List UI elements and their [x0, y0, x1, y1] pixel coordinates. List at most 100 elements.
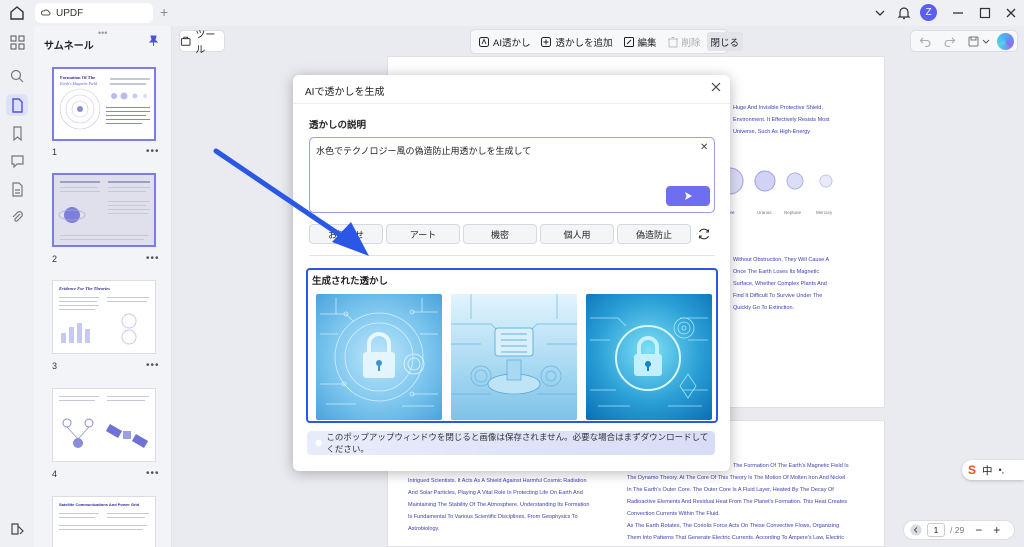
ime-logo-icon: S	[968, 463, 977, 477]
thumb-1-subtitle: Earth's Magnetic Field	[60, 81, 98, 86]
thumbnail-page-3[interactable]: Evidence For The Theories	[52, 280, 156, 354]
redo-icon[interactable]	[943, 35, 956, 48]
thumb-4-satellite	[105, 424, 149, 448]
bell-icon[interactable]	[896, 5, 912, 21]
prompt-text: 水色でテクノロジー風の偽造防止用透かしを生成して	[316, 146, 532, 156]
generate-send-button[interactable]	[666, 186, 710, 206]
planet-label: Uranus	[757, 210, 772, 215]
tab-title: UPDF	[56, 7, 84, 19]
delete-watermark-button[interactable]: 削除	[663, 32, 705, 51]
page1-text-line: Huge And Invisible Protective Shield,	[733, 105, 823, 111]
page-up-icon[interactable]	[910, 524, 922, 536]
edit-icon	[623, 36, 634, 47]
page2-text-line: Is Fundamental To Various Scientific Dis…	[408, 514, 578, 520]
section-divider	[309, 255, 715, 256]
page2-text-line: Maintaining The Stability Of The Atmosph…	[408, 502, 590, 508]
ai-watermark-icon	[479, 36, 489, 47]
page1-text-line: Once The Earth Loses Its Magnetic	[733, 269, 820, 275]
page2-text-line: Intrigued Scientists. It Acts As A Shiel…	[408, 478, 587, 484]
refresh-presets-icon[interactable]	[697, 227, 711, 241]
add-watermark-label: 透かしを追加	[555, 37, 613, 49]
thumb-1-orbit-diagram	[59, 88, 101, 130]
panel-resize-handle[interactable]: •••	[98, 28, 107, 38]
bookmark-icon[interactable]	[9, 125, 26, 142]
home-icon[interactable]	[8, 5, 26, 21]
generated-watermark-1[interactable]	[316, 294, 442, 420]
search-icon[interactable]	[9, 68, 26, 85]
page2-text-line: And Solar Particles, Playing A Vital Rol…	[408, 490, 583, 496]
minimize-icon[interactable]	[950, 5, 966, 21]
edit-watermark-button[interactable]: 編集	[619, 32, 661, 51]
preset-notice-button[interactable]: お知らせ	[309, 224, 383, 244]
punctuation-icon: •,	[998, 465, 1005, 475]
chevron-down-icon[interactable]	[872, 5, 888, 21]
undo-icon[interactable]	[919, 35, 932, 48]
close-label: 閉じる	[710, 37, 740, 49]
close-window-icon[interactable]	[1003, 5, 1019, 21]
save-options-chevron-icon[interactable]	[982, 37, 990, 45]
grid-icon[interactable]	[9, 34, 26, 51]
cloud-icon	[41, 9, 51, 16]
page-number-input[interactable]: 1	[927, 523, 945, 537]
comment-icon[interactable]	[9, 153, 26, 170]
thumbnail-page-4[interactable]	[52, 388, 156, 462]
pin-icon[interactable]	[148, 35, 159, 47]
dialog-close-icon[interactable]	[710, 81, 722, 93]
tools-button[interactable]: ツール	[179, 30, 225, 56]
thumbnail-number-4: 4	[52, 469, 58, 479]
planet-label: Mercury	[816, 210, 833, 215]
new-tab-button[interactable]: +	[160, 4, 168, 20]
preset-art-button[interactable]: アート	[386, 224, 460, 244]
ime-language-label: 中	[982, 464, 993, 477]
thumb-1-planets	[111, 92, 147, 100]
thumb-1-title: Formation Of The	[60, 75, 96, 80]
edit-label: 編集	[637, 37, 657, 49]
document-tab[interactable]: UPDF	[35, 3, 153, 23]
thumbnail-page-1[interactable]: Formation Of The Earth's Magnetic Field	[52, 67, 156, 141]
generated-watermarks-section: 生成された透かし	[306, 268, 718, 423]
add-watermark-button[interactable]: 透かしを追加	[536, 32, 616, 51]
clear-prompt-icon[interactable]: ✕	[700, 142, 708, 153]
preset-anti-counterfeit-button[interactable]: 偽造防止	[617, 224, 691, 244]
close-watermark-mode-button[interactable]: 閉じる	[706, 32, 744, 51]
maximize-icon[interactable]	[977, 5, 993, 21]
page1-text-line: Find It Difficult To Survive Under The	[733, 293, 823, 299]
thumbnail-1-more-button[interactable]: •••	[146, 146, 160, 157]
shield-lock-image	[590, 317, 708, 407]
page-navigator: 1 / 29 − +	[903, 520, 1015, 540]
thumb-5-title: Satellite Communications And Power Grid	[59, 502, 140, 507]
thumbnail-3-more-button[interactable]: •••	[146, 360, 160, 371]
input-method-widget[interactable]: S 中 •,	[962, 460, 1024, 480]
page2-text-line: Convection Currents Within The Fluid.	[627, 511, 720, 517]
preset-confidential-button[interactable]: 機密	[463, 224, 537, 244]
page2-text-line: Radioactive Elements And Residual Heat F…	[627, 499, 848, 505]
page2-text-line: The Formation Of The Earth's Magnetic Fi…	[733, 463, 849, 469]
generated-watermark-2[interactable]	[451, 294, 577, 420]
generated-watermark-3[interactable]	[586, 294, 712, 420]
zoom-out-button[interactable]: −	[975, 523, 982, 537]
thumbnail-page-5[interactable]: Satellite Communications And Power Grid	[52, 496, 156, 547]
layers-icon[interactable]	[9, 520, 26, 537]
thumb-3-title: Evidence For The Theories	[59, 286, 110, 291]
thumbnail-page-2[interactable]	[52, 173, 156, 247]
chip-circuit-image	[451, 294, 577, 395]
thumbnail-number-2: 2	[52, 254, 58, 264]
avatar[interactable]: Z	[920, 4, 937, 21]
thumbnail-2-more-button[interactable]: •••	[146, 253, 160, 264]
save-icon[interactable]	[967, 35, 980, 48]
toolbox-icon	[180, 36, 191, 46]
preset-personal-button[interactable]: 個人用	[540, 224, 614, 244]
attachment-page-icon[interactable]	[9, 181, 26, 198]
thumb-2-globe	[58, 207, 86, 223]
thumb-3-bars	[61, 323, 90, 343]
delete-icon	[667, 36, 678, 47]
thumbnail-4-more-button[interactable]: •••	[146, 468, 160, 479]
prompt-textarea[interactable]: 水色でテクノロジー風の偽造防止用透かしを生成して ✕	[309, 137, 715, 213]
zoom-in-button[interactable]: +	[993, 523, 1000, 537]
page2-text-line: Them Into Patterns That Generate Electri…	[627, 535, 844, 541]
page-icon[interactable]	[9, 97, 26, 114]
page1-text-line: Surface, Whether Complex Plants And	[733, 281, 827, 287]
ai-assistant-icon[interactable]	[997, 33, 1014, 50]
ai-watermark-button[interactable]: AI透かし	[474, 32, 534, 51]
paperclip-icon[interactable]	[9, 209, 26, 226]
